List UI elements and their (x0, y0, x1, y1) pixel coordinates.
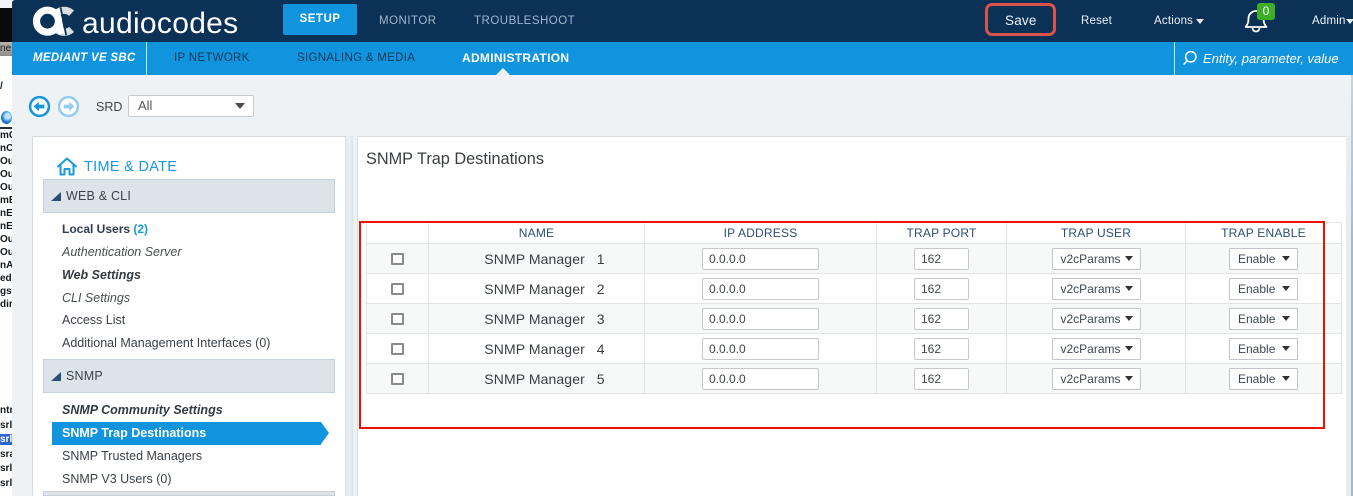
svg-text:audiocodes: audiocodes (82, 7, 238, 40)
